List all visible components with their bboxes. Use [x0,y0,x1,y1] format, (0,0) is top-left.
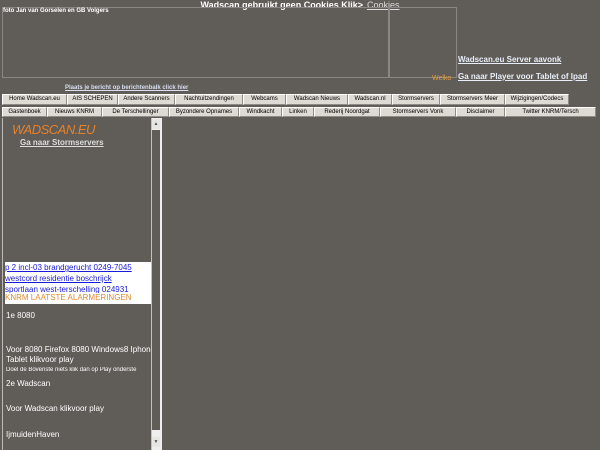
wadscan-play-link[interactable]: Voor Wadscan klikvoor play [6,404,151,413]
stream-1-info: Voor 8080 Firefox 8080 Windows8 Iphone [6,345,151,354]
wadscan-logo[interactable]: WADSCAN.EU [12,122,95,137]
nav-ais-schepen[interactable]: AIS SCHEPEN [67,94,118,105]
nav-home-wadscan[interactable]: Home Wadscan.eu [2,94,67,105]
nav-wijzigingen-codecs[interactable]: Wijzigingen/Codecs [505,94,569,105]
nav-de-terschellinger[interactable]: De Terschellinger [102,107,169,117]
knrm-alarmeringen-label: KNRM LAATSTE ALARMERINGEN [5,293,151,302]
nav-wadscan-nl[interactable]: Wadscan.nl [348,94,392,105]
nav-gastenboek[interactable]: Gastenboek [2,107,47,117]
nav-rederij-noordgat[interactable]: Rederij Noordgat [314,107,380,117]
stormservers-link[interactable]: Ga naar Stormservers [20,138,104,147]
alert-item[interactable]: westcord residentie boschrijck [5,273,151,284]
header-photo-frame [2,7,389,78]
ijmuiden-haven-link[interactable]: IjmuidenHaven [6,430,151,439]
nav-stormservers-meer[interactable]: Stormservers Meer [440,94,505,105]
nav-stormservers[interactable]: Stormservers [392,94,440,105]
nav-nachtuitzendingen[interactable]: Nachtuitzendingen [175,94,243,105]
nav-linken[interactable]: Linken [282,107,314,117]
scrollbar-thumb[interactable] [152,130,160,430]
scroll-up-arrow-icon[interactable]: ▲ [152,119,160,129]
play-instruction: Doel de Bovenste niets klik dan op Play … [6,367,137,373]
nav-disclaimer[interactable]: Disclaimer [456,107,505,117]
nav-nieuws-knrm[interactable]: Nieuws KNRM [47,107,102,117]
nav-wadscan-nieuws[interactable]: Wadscan Nieuws [286,94,348,105]
post-message-link[interactable]: Plaats je bericht op berichtenbalk click… [65,85,188,91]
stream-2-label[interactable]: 2e Wadscan [6,379,151,388]
nav-twitter-knrm-tersch[interactable]: Twitter KNRM/Tersch [505,107,596,117]
scroll-down-arrow-icon[interactable]: ▼ [152,437,160,447]
header-side-frame [389,7,457,78]
nav-stormservers-vonk[interactable]: Stormservers Vonk [380,107,456,117]
tablet-play-link[interactable]: Tablet klikvoor play [6,355,151,364]
nav-row-primary: Home Wadscan.eu AIS SCHEPEN Andere Scann… [2,94,596,105]
photo-credit: foto Jan van Gorselen en GB Volgers [3,8,109,14]
server-aavonk-link[interactable]: Wadscan.eu Server aavonk [458,55,561,64]
nav-andere-scanners[interactable]: Andere Scanners [118,94,175,105]
welkom-text: Welko [432,75,452,82]
tablet-player-link[interactable]: Ga naar Player voor Tablet of Ipad [458,72,587,81]
alert-item[interactable]: p 2 incl-03 brandgerucht 0249-7045 [5,262,151,273]
stream-1-label[interactable]: 1e 8080 [6,311,151,320]
nav-windkacht[interactable]: Windkacht [239,107,282,117]
nav-webcams[interactable]: Webcams [243,94,286,105]
nav-row-secondary: Gastenboek Nieuws KNRM De Terschellinger… [2,107,596,117]
nav-byzondere-opnames[interactable]: Byzondere Opnames [169,107,239,117]
